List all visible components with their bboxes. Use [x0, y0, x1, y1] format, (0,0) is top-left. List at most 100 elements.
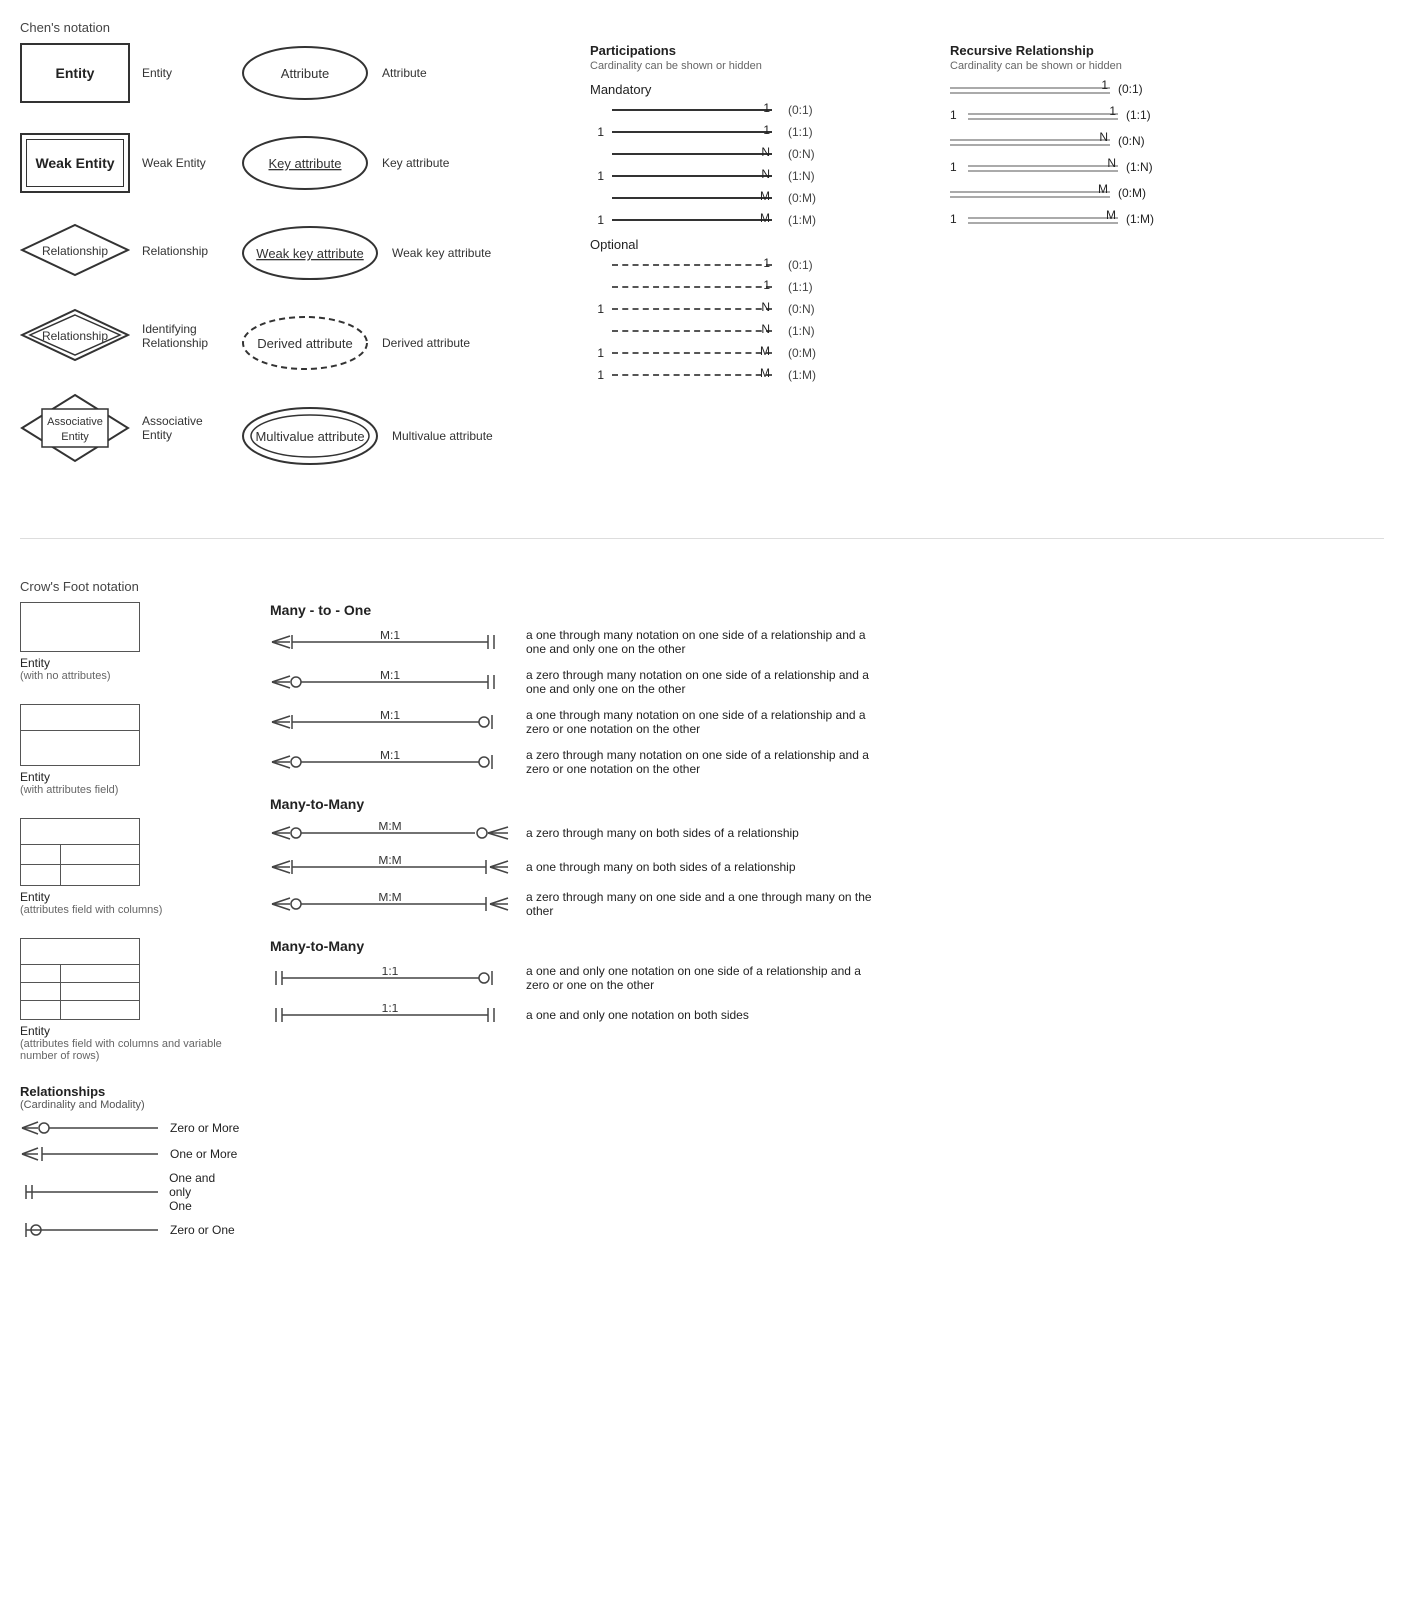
11-row-1: 1:1 a one and only one notation on one s…: [270, 964, 1384, 992]
derived-attr-label: Derived attribute: [382, 336, 470, 350]
assoc-entity-shape: Associative Entity: [20, 393, 130, 463]
multivalue-attr-label: Multivalue attribute: [392, 429, 493, 443]
m1-row-4: M:1 a zero through many notation on one …: [270, 748, 1384, 776]
mandatory-row-6: 1 M (1:M): [590, 213, 930, 227]
svg-text:M:M: M:M: [378, 822, 401, 833]
rec-row-2: 1 1 (1:1): [950, 108, 1230, 134]
rec-row-4: 1 N (1:N): [950, 160, 1230, 186]
mm-line-1: M:M: [270, 822, 510, 844]
svg-text:M:1: M:1: [380, 671, 400, 682]
svg-text:M:1: M:1: [380, 631, 400, 642]
mm-desc-1: a zero through many on both sides of a r…: [526, 826, 799, 840]
svg-text:Weak key attribute: Weak key attribute: [256, 246, 363, 261]
cf-entity-cols: Entity (attributes field with columns): [20, 818, 240, 916]
m1-line-3: M:1: [270, 711, 510, 733]
mandatory-row-4: 1 N (1:N): [590, 169, 930, 183]
entity-row: Entity Entity: [20, 43, 220, 103]
cf-entity-varrows-box: [20, 938, 140, 1020]
chens-attrs-col: Attribute Attribute Key attribute Key at…: [240, 43, 580, 498]
rel-one-only: One and onlyOne: [20, 1171, 240, 1213]
weak-entity-label: Weak Entity: [142, 156, 206, 170]
assoc-entity-row: Associative Entity Associative Entity: [20, 393, 220, 463]
recursive-subtitle: Cardinality can be shown or hidden: [950, 60, 1230, 72]
optional-row-3: 1 N (0:N): [590, 302, 930, 316]
cf-entity-varrows-sublabel: (attributes field with columns and varia…: [20, 1038, 240, 1062]
mandatory-row-1: 1 (0:1): [590, 103, 930, 117]
mandatory-row-2: 1 1 (1:1): [590, 125, 930, 139]
cf-entity-attr-sublabel: (with attributes field): [20, 784, 240, 796]
svg-text:1:1: 1:1: [382, 967, 399, 978]
derived-attr-row: Derived attribute Derived attribute: [240, 313, 580, 373]
mm-line-3: M:M: [270, 893, 510, 915]
attribute-label: Attribute: [382, 66, 427, 80]
11-line-1: 1:1: [270, 967, 510, 989]
weak-key-attr-row: Weak key attribute Weak key attribute: [240, 223, 580, 283]
id-relationship-row: Relationship Identifying Relationship: [20, 308, 220, 363]
svg-text:M:M: M:M: [378, 893, 401, 904]
svg-text:Relationship: Relationship: [42, 329, 108, 343]
many-to-many-title: Many-to-Many: [270, 796, 1384, 812]
crows-section: Crow's Foot notation Entity (with no att…: [20, 579, 1384, 1247]
rec-row-6: 1 M (1:M): [950, 212, 1230, 238]
multivalue-attr-row: Multivalue attribute Multivalue attribut…: [240, 403, 580, 468]
m1-desc-3: a one through many notation on one side …: [526, 708, 886, 736]
rel-title: Relationships: [20, 1084, 240, 1099]
mandatory-row-5: M (0:M): [590, 191, 930, 205]
cf-entity-simple-label: Entity: [20, 656, 240, 670]
rel-one-more: One or More: [20, 1145, 240, 1163]
one-more-label: One or More: [170, 1147, 237, 1161]
participations-title: Participations: [590, 43, 930, 58]
id-relationship-diamond: Relationship: [20, 308, 130, 363]
m1-row-1: M:1 a one through many notation on one s…: [270, 628, 1384, 656]
optional-row-1: 1 (0:1): [590, 258, 930, 272]
weak-entity-row: Weak Entity Weak Entity: [20, 133, 220, 193]
crows-main-row: Entity (with no attributes) Entity (with…: [20, 602, 1384, 1247]
optional-label: Optional: [590, 237, 930, 252]
mm-desc-3: a zero through many on one side and a on…: [526, 890, 886, 918]
recursive-col: Recursive Relationship Cardinality can b…: [950, 43, 1230, 390]
recursive-title: Recursive Relationship: [950, 43, 1230, 58]
crows-title: Crow's Foot notation: [20, 579, 1384, 594]
cf-entity-varrows: Entity (attributes field with columns an…: [20, 938, 240, 1062]
key-attr-label: Key attribute: [382, 156, 449, 170]
cf-entity-attr: Entity (with attributes field): [20, 704, 240, 796]
svg-text:M:1: M:1: [380, 751, 400, 762]
id-relationship-label: Identifying Relationship: [142, 322, 220, 350]
svg-text:Associative: Associative: [47, 416, 103, 428]
optional-row-4: N (1:N): [590, 324, 930, 338]
derived-attr-ellipse: Derived attribute: [240, 314, 370, 372]
optional-row-5: 1 M (0:M): [590, 346, 930, 360]
svg-text:Attribute: Attribute: [281, 66, 329, 81]
cf-entity-simple: Entity (with no attributes): [20, 602, 240, 682]
attribute-row: Attribute Attribute: [240, 43, 580, 103]
rec-row-5: M (0:M): [950, 186, 1230, 212]
mandatory-row-3: N (0:N): [590, 147, 930, 161]
relationship-label: Relationship: [142, 244, 208, 258]
rel-subtitle: (Cardinality and Modality): [20, 1099, 240, 1111]
zero-more-label: Zero or More: [170, 1121, 239, 1135]
one-more-symbol: [20, 1145, 160, 1163]
m1-line-4: M:1: [270, 751, 510, 773]
entity-shape: Entity: [20, 43, 130, 103]
one-only-symbol: [20, 1183, 159, 1201]
optional-row-2: 1 (1:1): [590, 280, 930, 294]
rec-row-3: N (0:N): [950, 134, 1230, 160]
weak-key-attr-ellipse: Weak key attribute: [240, 224, 380, 282]
many-to-one-title: Many - to - One: [270, 602, 1384, 618]
cf-entity-cols-box: [20, 818, 140, 886]
relationship-diamond: Relationship: [20, 223, 130, 278]
m1-line-2: M:1: [270, 671, 510, 693]
svg-text:Key attribute: Key attribute: [269, 156, 342, 171]
m1-line-1: M:1: [270, 631, 510, 653]
relationship-row: Relationship Relationship: [20, 223, 220, 278]
11-line-2: 1:1: [270, 1004, 510, 1026]
weak-entity-shape: Weak Entity: [20, 133, 130, 193]
mm-row-1: M:M a zero through many on both sides of…: [270, 822, 1384, 844]
participations-col: Participations Cardinality can be shown …: [590, 43, 930, 390]
svg-text:M:1: M:1: [380, 711, 400, 722]
optional-row-6: 1 M (1:M): [590, 368, 930, 382]
svg-text:Relationship: Relationship: [42, 244, 108, 258]
m1-row-2: M:1 a zero through many notation on one …: [270, 668, 1384, 696]
chens-shapes-col: Entity Entity Weak Entity Weak Entity Re…: [20, 43, 220, 493]
crows-diagrams-col: Many - to - One M:1: [270, 602, 1384, 1038]
